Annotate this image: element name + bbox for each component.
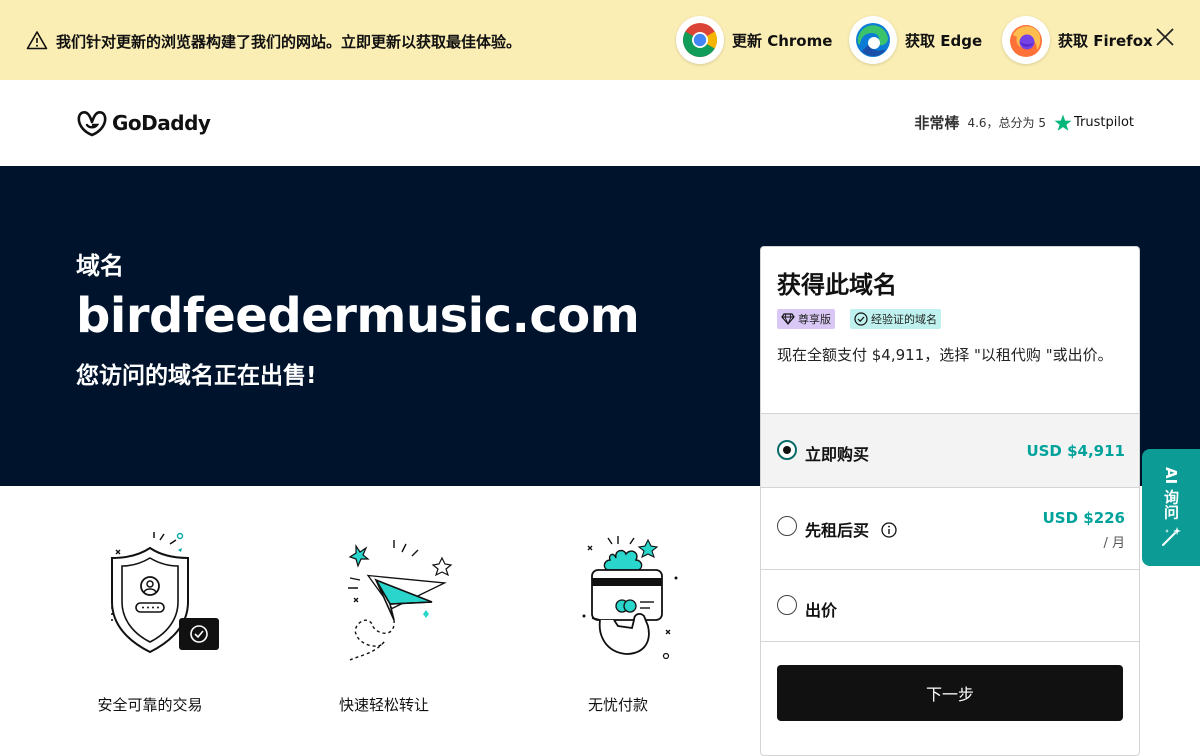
get-firefox-label: 获取 Firefox xyxy=(1058,31,1153,50)
hero-subtitle: 您访问的域名正在出售! xyxy=(76,363,317,389)
option-make-offer[interactable]: 出价 xyxy=(761,569,1139,641)
update-browser-banner: 我们针对更新的浏览器构建了我们的网站。立即更新以获取最佳体验。 更新 Chrom… xyxy=(0,0,1200,80)
feature-fast-transfer: 快速轻松转让 xyxy=(284,530,484,720)
domain-name-heading: birdfeedermusic.com xyxy=(76,288,640,344)
radio-buy-now[interactable] xyxy=(777,440,797,460)
get-firefox-button[interactable]: 获取 Firefox xyxy=(1002,16,1153,64)
premium-badge: 尊享版 xyxy=(777,309,835,329)
info-icon[interactable] xyxy=(880,522,897,538)
trustpilot-brand: Trustpilot xyxy=(1073,115,1134,130)
edge-icon xyxy=(849,16,897,64)
option-lease-to-own[interactable]: 先租后买 USD $226 / 月 xyxy=(761,487,1139,569)
chrome-icon xyxy=(676,16,724,64)
option-buy-now[interactable]: 立即购买 USD $4,911 xyxy=(761,413,1139,487)
option-price-period: / 月 xyxy=(1103,536,1125,551)
warning-icon xyxy=(26,31,48,50)
option-price: USD $4,911 xyxy=(1026,442,1125,460)
premium-badge-label: 尊享版 xyxy=(798,313,831,326)
option-label-text: 先租后买 xyxy=(805,521,870,540)
verified-badge-label: 经验证的域名 xyxy=(871,313,937,326)
trustpilot-rating[interactable]: 非常棒 4.6，总分为 5 Trustpilot xyxy=(914,112,1134,133)
ai-ask-tab[interactable]: AI 询问 xyxy=(1142,449,1200,566)
option-label: 出价 xyxy=(805,601,838,620)
magic-wand-icon xyxy=(1162,527,1181,546)
verified-check-icon xyxy=(854,312,868,326)
secure-shield-icon xyxy=(111,532,219,654)
godaddy-logo-icon xyxy=(77,111,107,137)
option-label-lease: 先租后买 xyxy=(805,517,897,541)
update-chrome-button[interactable]: 更新 Chrome xyxy=(676,16,832,64)
close-icon[interactable] xyxy=(1155,27,1175,47)
radio-lease-to-own[interactable] xyxy=(777,516,797,536)
update-chrome-label: 更新 Chrome xyxy=(732,31,833,50)
option-label: 立即购买 xyxy=(805,445,870,464)
purchase-card: 获得此域名 尊享版 经验证的域名 现在全额支付 $4,911，选择 "以租代购 … xyxy=(760,246,1140,756)
purchase-description: 现在全额支付 $4,911，选择 "以租代购 "或出价。 xyxy=(777,346,1113,364)
ai-ask-label: AI 询问 xyxy=(1162,467,1180,520)
get-edge-button[interactable]: 获取 Edge xyxy=(849,16,982,64)
option-price: USD $226 xyxy=(1042,509,1125,527)
purchase-card-title: 获得此域名 xyxy=(777,271,897,299)
diamond-icon xyxy=(781,313,795,325)
rating-detail: 4.6，总分为 5 xyxy=(967,116,1046,130)
radio-make-offer[interactable] xyxy=(777,595,797,615)
rating-word: 非常棒 xyxy=(914,114,960,132)
feature-caption: 安全可靠的交易 xyxy=(97,696,203,714)
banner-message: 我们针对更新的浏览器构建了我们的网站。立即更新以获取最佳体验。 xyxy=(56,33,522,51)
divider xyxy=(761,641,1139,642)
feature-caption: 快速轻松转让 xyxy=(338,696,429,714)
feature-caption: 无忧付款 xyxy=(587,696,648,714)
payment-card-icon xyxy=(582,536,678,660)
get-edge-label: 获取 Edge xyxy=(905,31,983,50)
feature-easy-payment: 无忧付款 xyxy=(518,530,718,720)
godaddy-logo[interactable]: GoDaddy xyxy=(76,108,211,138)
verified-badge: 经验证的域名 xyxy=(850,309,941,329)
paper-plane-icon xyxy=(348,540,453,661)
firefox-icon xyxy=(1002,16,1050,64)
godaddy-logo-text: GoDaddy xyxy=(112,111,211,135)
next-button[interactable]: 下一步 xyxy=(777,665,1123,721)
hero-label: 域名 xyxy=(76,252,124,280)
trustpilot-star-icon xyxy=(1054,114,1072,131)
feature-secure-transaction: 安全可靠的交易 xyxy=(50,530,250,720)
